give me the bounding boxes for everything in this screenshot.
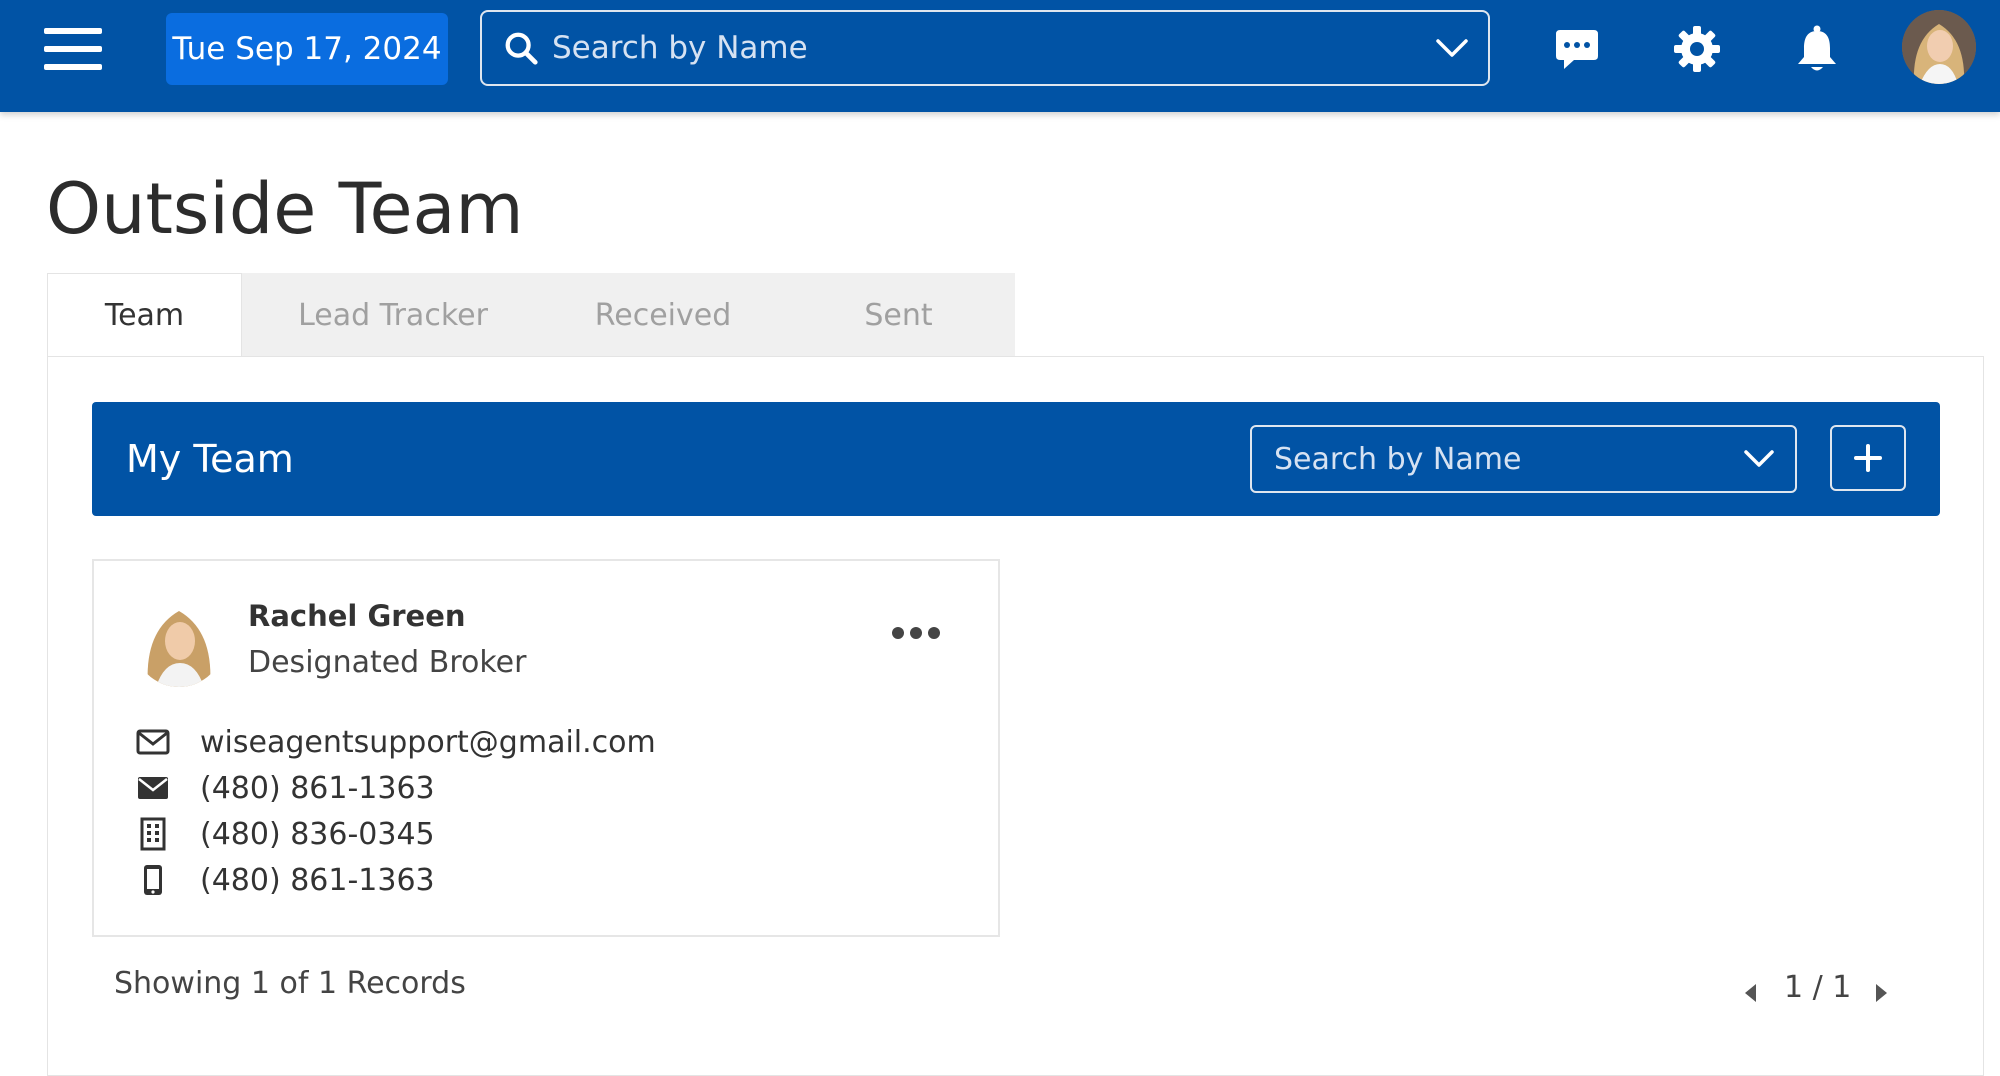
contact-phone[interactable]: (480) 861-1363 [200, 771, 435, 806]
date-chip[interactable]: Tue Sep 17, 2024 [166, 13, 448, 85]
envelope-filled-icon [138, 777, 168, 799]
member-name[interactable]: Rachel Green [248, 599, 466, 633]
pager-next-icon[interactable] [1874, 982, 1890, 1004]
pager-indicator: 1 / 1 [1784, 970, 1852, 1005]
global-search-input[interactable]: Search by Name [480, 10, 1490, 86]
records-count: Showing 1 of 1 Records [114, 966, 466, 1001]
team-search-input[interactable]: Search by Name [1250, 425, 1797, 493]
contact-phone-row[interactable]: (480) 861-1363 [136, 768, 435, 808]
team-search-placeholder: Search by Name [1274, 441, 1522, 477]
menu-icon[interactable] [44, 24, 102, 74]
chat-icon[interactable] [1552, 24, 1602, 74]
envelope-outline-icon [136, 729, 170, 755]
tab-received[interactable]: Received [544, 273, 782, 357]
gear-icon[interactable] [1672, 24, 1722, 74]
tab-lead-tracker[interactable]: Lead Tracker [242, 273, 544, 357]
contact-mobile-row[interactable]: (480) 861-1363 [136, 860, 435, 900]
contact-email[interactable]: wiseagentsupport@gmail.com [200, 725, 656, 760]
building-icon [140, 817, 166, 851]
search-icon [505, 32, 538, 65]
contact-mobile[interactable]: (480) 861-1363 [200, 863, 435, 898]
avatar[interactable] [1902, 10, 1976, 84]
bell-icon[interactable] [1792, 24, 1842, 74]
my-team-header: My Team Search by Name [92, 402, 1940, 516]
page-title: Outside Team [46, 168, 524, 250]
my-team-title: My Team [126, 437, 294, 481]
global-search-placeholder: Search by Name [552, 30, 808, 66]
add-member-button[interactable] [1830, 425, 1906, 491]
mobile-phone-icon [144, 865, 162, 895]
contact-email-row[interactable]: wiseagentsupport@gmail.com [136, 722, 656, 762]
tab-bar: Team Lead Tracker Received Sent [47, 273, 1015, 357]
user-avatar-image [1902, 10, 1976, 84]
pager-prev-icon[interactable] [1742, 982, 1758, 1004]
contact-office-row[interactable]: (480) 836-0345 [136, 814, 435, 854]
tab-sent[interactable]: Sent [782, 273, 1015, 357]
chevron-down-icon[interactable] [1743, 448, 1775, 470]
more-options-icon[interactable] [890, 621, 942, 645]
member-avatar [134, 597, 224, 687]
member-card: Rachel Green Designated Broker wiseagent… [92, 559, 1000, 937]
chevron-down-icon[interactable] [1434, 36, 1470, 60]
member-role: Designated Broker [248, 645, 527, 680]
tab-team[interactable]: Team [47, 273, 242, 357]
plus-icon [1854, 444, 1882, 472]
member-avatar-image [134, 597, 224, 687]
contact-office-phone[interactable]: (480) 836-0345 [200, 817, 435, 852]
top-navbar: Tue Sep 17, 2024 Search by Name [0, 0, 2000, 112]
